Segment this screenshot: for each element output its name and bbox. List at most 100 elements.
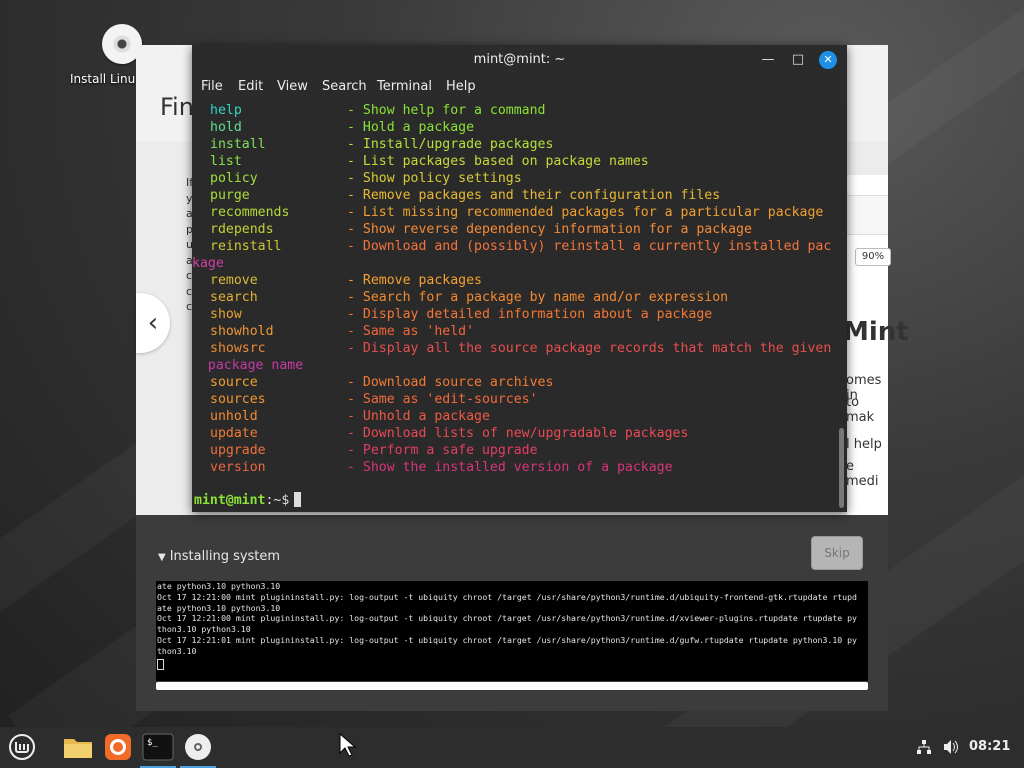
files-launcher[interactable] (62, 732, 94, 762)
command-name: unhold (210, 409, 258, 424)
network-icon[interactable] (916, 739, 932, 759)
wrapped-text: kage (192, 256, 224, 271)
minimize-button[interactable]: — (759, 51, 777, 69)
log-line: thon3.10 (157, 645, 197, 656)
command-name: list (210, 154, 242, 169)
install-log: ate python3.10 python3.10 Oct 17 12:21:0… (156, 581, 868, 681)
command-row: policy - Show policy settings (192, 170, 832, 187)
taskbar: $_ 08:21 (0, 727, 1024, 768)
command-name: show (210, 307, 242, 322)
installing-label: Installing system (169, 549, 281, 564)
terminal-taskbar-item[interactable]: $_ (142, 732, 174, 762)
svg-text:$_: $_ (147, 738, 158, 748)
installer-progress-area: ▼ Installing system Skip ate python3.10 p… (136, 515, 888, 711)
triangle-down-icon: ▼ (158, 552, 166, 563)
log-line: Oct 17 12:21:00 mint plugininstall.py: l… (157, 613, 857, 624)
command-name: install (210, 137, 266, 152)
command-row: unhold - Unhold a package (192, 408, 832, 425)
command-description: - List packages based on package names (347, 154, 649, 169)
command-description: - Display detailed information about a p… (347, 307, 713, 322)
maximize-button[interactable]: □ (789, 51, 807, 69)
command-description: - Unhold a package (347, 409, 490, 424)
command-row: help - Show help for a command (192, 102, 832, 119)
menu-terminal[interactable]: Terminal (377, 79, 432, 94)
command-name: recommends (210, 205, 290, 220)
command-row: recommends - List missing recommended pac… (192, 204, 832, 221)
menu-view[interactable]: View (277, 79, 308, 94)
command-description: - Download and (possibly) reinstall a cu… (347, 239, 832, 254)
command-row: list - List packages based on package nam… (192, 153, 832, 170)
command-name: hold (210, 120, 242, 135)
command-description: - Remove packages (347, 273, 482, 288)
mouse-pointer-icon (339, 733, 357, 757)
log-line: thon3.10 python3.10 (157, 624, 251, 635)
terminal-window[interactable]: mint@mint: ~ — □ ✕ File Edit View Search… (192, 45, 847, 512)
log-line: Oct 17 12:21:01 mint plugininstall.py: l… (157, 634, 857, 645)
command-row: purge - Remove packages and their configu… (192, 187, 832, 204)
firefox-launcher[interactable] (102, 732, 134, 762)
menu-edit[interactable]: Edit (238, 79, 263, 94)
command-description: - Download source archives (347, 375, 554, 390)
mint-logo-icon (9, 734, 35, 760)
maximize-icon: □ (791, 52, 805, 67)
menu-button[interactable] (6, 732, 38, 762)
command-row: show - Display detailed information about… (192, 306, 832, 323)
firefox-icon (105, 734, 131, 760)
command-name: help (210, 103, 242, 118)
command-row: rdepends - Show reverse dependency inform… (192, 221, 832, 238)
menu-file[interactable]: File (201, 79, 223, 94)
command-row: remove - Remove packages (192, 272, 832, 289)
terminal-titlebar[interactable]: mint@mint: ~ — □ ✕ (192, 45, 847, 75)
log-line: Oct 17 12:21:00 mint plugininstall.py: l… (157, 591, 857, 602)
skip-button[interactable]: Skip (811, 536, 863, 570)
folder-icon (64, 739, 92, 758)
command-name: showhold (210, 324, 274, 339)
slide-text-line: to mak (846, 395, 875, 425)
chevron-left-icon: ‹ (147, 308, 159, 338)
command-name: purge (210, 188, 250, 203)
command-name: rdepends (210, 222, 274, 237)
close-icon: ✕ (823, 53, 833, 66)
command-row: showhold - Same as 'held' (192, 323, 832, 340)
clock[interactable]: 08:21 (969, 739, 1010, 754)
installer-taskbar-item[interactable] (182, 732, 214, 762)
terminal-title: mint@mint: ~ (473, 52, 566, 67)
command-description: - Display all the source package records… (347, 341, 832, 356)
command-row: reinstall - Download and (possibly) reins… (192, 238, 832, 255)
command-name: reinstall (210, 239, 282, 254)
terminal-output[interactable]: mint@mint:~$ help - Show help for a comma… (192, 101, 847, 512)
command-description: - Same as 'edit-sources' (347, 392, 538, 407)
installer-title: Fin (160, 93, 194, 121)
command-description: - Download lists of new/upgradable packa… (347, 426, 689, 441)
menu-search[interactable]: Search (322, 79, 367, 94)
terminal-menubar: File Edit View Search Terminal Help (192, 75, 847, 101)
command-row: sources - Same as 'edit-sources' (192, 391, 832, 408)
slide-toolbar-strip (847, 195, 888, 235)
command-name: update (210, 426, 258, 441)
command-name: source (210, 375, 258, 390)
command-row: hold - Hold a package (192, 119, 832, 136)
command-description: - Show help for a command (347, 103, 546, 118)
command-name: upgrade (210, 443, 266, 458)
slide-heading: Mint (843, 317, 909, 347)
command-row: upgrade - Perform a safe upgrade (192, 442, 832, 459)
menu-help[interactable]: Help (446, 79, 476, 94)
command-name: search (210, 290, 258, 305)
volume-icon[interactable] (942, 739, 960, 759)
command-description: - Show reverse dependency information fo… (347, 222, 752, 237)
log-line: ate python3.10 python3.10 (157, 602, 281, 613)
command-row: search - Search for a package by name and… (192, 289, 832, 306)
log-line: ate python3.10 python3.10 (157, 581, 281, 591)
command-name: version (210, 460, 266, 475)
command-description: - Install/upgrade packages (347, 137, 554, 152)
installing-expander[interactable]: ▼ Installing system (158, 549, 280, 564)
command-description: - Hold a package (347, 120, 475, 135)
terminal-scrollbar[interactable] (839, 428, 844, 508)
command-description: - Search for a package by name and/or ex… (347, 290, 729, 305)
zoom-level: 90% (855, 248, 891, 266)
terminal-icon: $_ (142, 733, 174, 761)
close-button[interactable]: ✕ (819, 51, 837, 69)
log-cursor (157, 658, 164, 670)
command-description: - Show the installed version of a packag… (347, 460, 673, 475)
command-description: - Remove packages and their configuratio… (347, 188, 721, 203)
